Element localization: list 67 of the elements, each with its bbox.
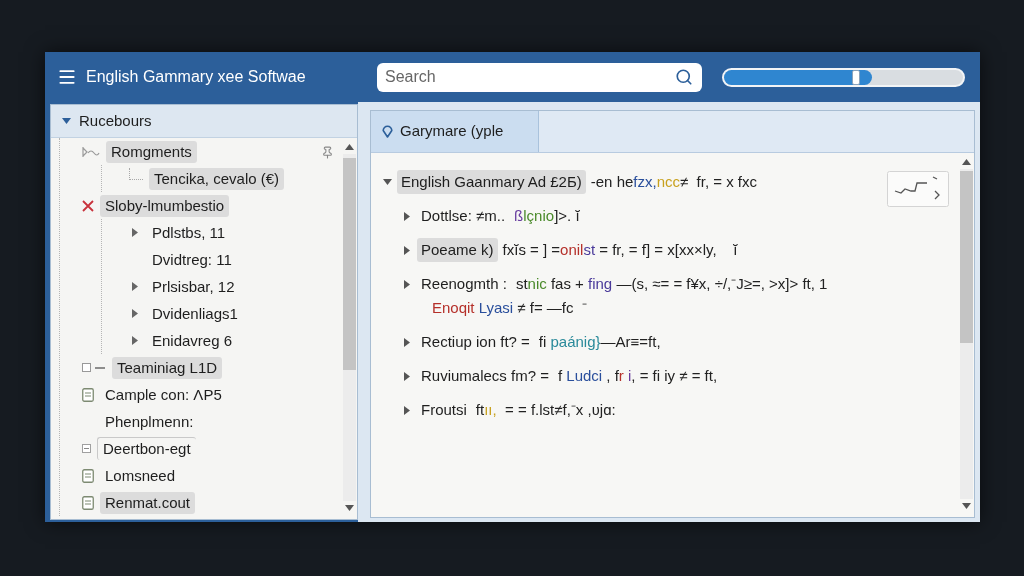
collapse-arrow-icon[interactable] [62,118,71,124]
code-line: fxĭs = ] =onilst = fr, = f] = x[xx×ly, ĭ [502,240,738,260]
code-line: ftıı, = = f.lst≠f,⁻x ,ʋjɑ: [475,400,616,420]
code-line: stnic fas + fing —(s, ≈= = f¥x, ÷/,⁻J≥=, >x]> ft, 1 [515,274,828,294]
editor-tab[interactable]: Garymare (yple [371,111,539,152]
scroll-up-arrow-icon[interactable] [962,159,971,165]
expand-arrow-icon[interactable] [132,336,138,345]
document-icon [82,387,94,402]
expand-arrow-icon[interactable] [132,282,138,291]
minus-box-icon[interactable] [82,444,91,453]
tree-item[interactable]: Cample con: ΛP5 [100,383,227,406]
tree-item[interactable]: Rectiup ion ft? = [417,330,534,354]
code-line: Enoqit Lyasi ≠ f= —fc ⁻ [432,299,587,316]
expand-arrow-icon[interactable] [404,211,410,221]
slider-thumb[interactable] [852,69,861,85]
tree-item[interactable]: Lomsneed [100,464,181,487]
tree-item[interactable]: Enidavreg 6 [147,329,238,352]
tree-item[interactable]: Tencika, cevalo (€) [149,167,285,190]
scrollbar-thumb[interactable] [960,171,973,343]
tree-header[interactable]: Rucebours [79,109,152,133]
slider-track[interactable] [722,67,965,87]
connector-icon [82,145,100,158]
scroll-down-arrow-icon[interactable] [345,505,354,511]
tree-item[interactable]: Renmat.cout [100,491,196,514]
expand-arrow-icon[interactable] [132,228,138,237]
scrollbar-track[interactable] [960,169,973,499]
code-line: -en hefzx,ncc≠ fr, = x fxc [590,172,757,192]
scrollbar-thumb[interactable] [343,158,356,370]
map-pin-icon [382,125,393,138]
expand-arrow-icon[interactable] [404,279,410,289]
tree-item[interactable]: English Gaanmary Ad £2Б) [397,170,586,194]
tree-item[interactable]: Deertbon-egt [97,437,196,460]
tree-item[interactable]: Phenplmenn: [100,410,199,433]
expand-arrow-icon[interactable] [404,337,410,347]
search-field[interactable]: Search [377,62,702,92]
menu-icon[interactable] [57,67,77,87]
tree-item[interactable]: Froutsi [417,398,471,422]
code-line: fi paánig}—Ar≡=ft, [538,332,661,352]
scroll-up-arrow-icon[interactable] [345,144,354,150]
scrollbar-track[interactable] [343,154,356,501]
code-line: ßlçnio]>. ĭ [514,206,580,226]
tree-item[interactable]: Sloby-lmumbestio [100,194,230,217]
tree-item[interactable]: Dvidenliags1 [147,302,243,325]
expand-arrow-icon[interactable] [404,371,410,381]
tree-item[interactable]: Romgments [106,140,197,163]
tree-item[interactable]: Ruviumalecs fm? = [417,364,553,388]
code-line: f Ludci , fr i, = fi iy ≠ = ft, [557,366,718,386]
collapse-arrow-icon[interactable] [382,179,392,185]
expand-arrow-icon[interactable] [132,309,138,318]
pin-icon[interactable] [321,146,334,159]
tree-item[interactable]: Reenogmth : [417,272,511,296]
expand-arrow-icon[interactable] [404,405,410,415]
tree-item[interactable]: Dottlse: ≠m.. [417,204,510,228]
expand-arrow-icon[interactable] [404,245,410,255]
thumbnail-drawing [887,171,949,207]
box-dash-icon[interactable] [82,362,106,373]
search-icon[interactable] [675,67,693,86]
window-title: English Gammary xee Softwae [86,67,306,87]
tree-item[interactable]: Teaminiag L1D [112,356,223,379]
scroll-down-arrow-icon[interactable] [962,503,971,509]
tree-item[interactable]: Prlsisbar, 12 [147,275,240,298]
tree-item[interactable]: Poeame k) [417,238,498,262]
tree-item[interactable]: Pdlstbs, 11 [147,221,231,244]
tree-item[interactable]: Dvidtreg: 11 [147,248,237,271]
cross-icon [82,199,94,212]
document-icon [82,495,94,510]
document-icon [82,468,94,483]
